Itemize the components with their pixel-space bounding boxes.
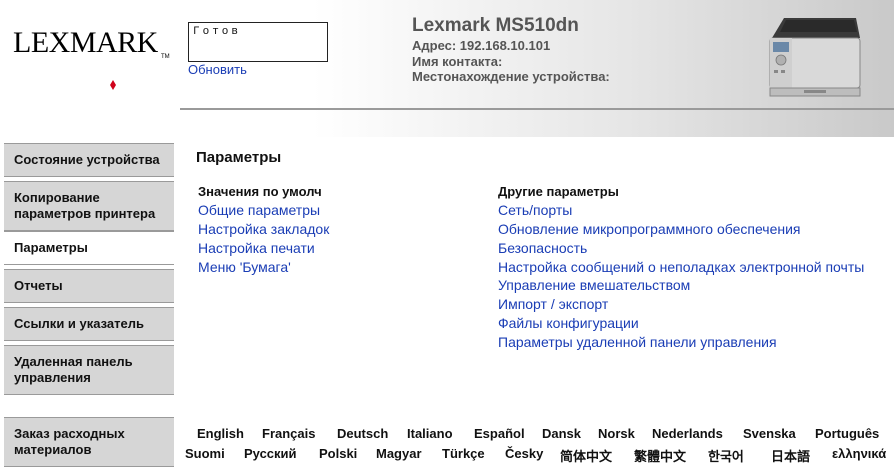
status-display: Готов [188,22,328,62]
language-link[interactable]: Português [815,426,879,441]
language-link[interactable]: 한국어 [708,446,744,465]
header-divider [180,108,894,110]
link-import-export[interactable]: Импорт / экспорт [498,296,608,312]
sidebar-item-links-index[interactable]: Ссылки и указатель [4,307,174,341]
language-link[interactable]: ελληνικά [832,446,886,461]
link-email-alerts[interactable]: Настройка сообщений о неполадках электро… [498,259,864,275]
language-link[interactable]: 简体中文 [560,446,612,465]
link-intervention-management[interactable]: Управление вмешательством [498,277,690,293]
language-link[interactable]: Italiano [407,426,453,441]
device-contact: Имя контакта: [412,54,503,69]
default-settings-heading: Значения по умолч [198,184,322,199]
link-remote-panel-settings[interactable]: Параметры удаленной панели управления [498,334,777,350]
logo-diamond-icon [110,80,116,90]
main-content: Параметры Значения по умолч Общие параме… [182,137,894,467]
language-link[interactable]: Русский [244,446,297,461]
language-link[interactable]: Deutsch [337,426,388,441]
sidebar-item-settings[interactable]: Параметры [4,231,174,265]
sidebar-nav: Состояние устройства Копирование парамет… [0,137,180,467]
language-link[interactable]: Français [262,426,315,441]
link-general-settings[interactable]: Общие параметры [198,202,320,218]
device-location: Местонахождение устройства: [412,69,610,84]
sidebar-item-remote-panel[interactable]: Удаленная панель управления [4,345,174,395]
device-address: Адрес: 192.168.10.101 [412,38,551,53]
language-row-2: Suomi Русский Polski Magyar Türkçe Česky… [182,446,894,464]
sidebar-item-reports[interactable]: Отчеты [4,269,174,303]
language-link[interactable]: Česky [505,446,543,461]
sidebar-item-device-status[interactable]: Состояние устройства [4,143,174,177]
status-text: Готов [193,26,242,38]
lexmark-logo: LEXMARK TM [13,28,170,90]
page-header: LEXMARK TM Готов Обновить Lexmark MS510d… [0,0,894,137]
language-row-1: English Français Deutsch Italiano Españo… [182,426,894,444]
link-network-ports[interactable]: Сеть/порты [498,202,572,218]
language-link[interactable]: Türkçe [442,446,485,461]
language-link[interactable]: 繁體中文 [634,446,686,465]
language-link[interactable]: Español [474,426,525,441]
language-link[interactable]: 日本語 [771,446,810,465]
language-link[interactable]: English [197,426,244,441]
other-settings-heading: Другие параметры [498,184,619,199]
language-link[interactable]: Polski [319,446,357,461]
language-link[interactable]: Norsk [598,426,635,441]
language-link[interactable]: Svenska [743,426,796,441]
language-link[interactable]: Nederlands [652,426,723,441]
link-config-files[interactable]: Файлы конфигурации [498,315,639,331]
link-print-settings[interactable]: Настройка печати [198,240,315,256]
link-firmware-update[interactable]: Обновление микропрограммного обеспечения [498,221,801,237]
page-title: Параметры [196,149,282,166]
language-link[interactable]: Dansk [542,426,581,441]
language-link[interactable]: Suomi [185,446,225,461]
printer-image [769,18,861,97]
sidebar-item-order-supplies[interactable]: Заказ расходных материалов [4,417,174,467]
link-security[interactable]: Безопасность [498,240,587,256]
language-link[interactable]: Magyar [376,446,422,461]
sidebar-item-copy-printer-settings[interactable]: Копирование параметров принтера [4,181,174,231]
link-bookmark-setup[interactable]: Настройка закладок [198,221,329,237]
refresh-link[interactable]: Обновить [188,62,247,77]
device-title: Lexmark MS510dn [412,15,579,36]
link-paper-menu[interactable]: Меню 'Бумага' [198,259,291,275]
